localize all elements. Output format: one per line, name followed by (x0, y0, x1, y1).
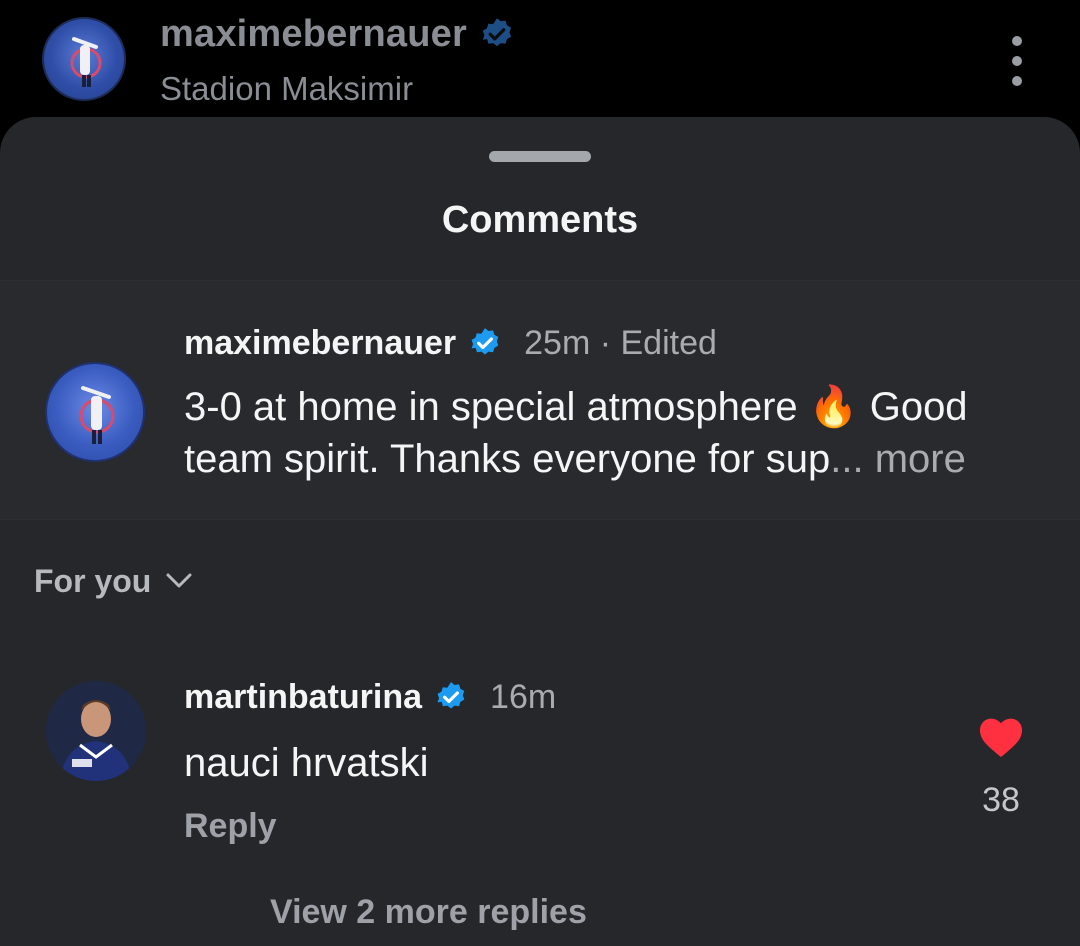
reply-button[interactable]: Reply (184, 807, 277, 846)
jersey-avatar-icon (70, 37, 102, 87)
post-author-row: maximebernauer (160, 10, 515, 58)
verified-badge-icon (468, 326, 502, 360)
jersey-avatar-icon (79, 386, 115, 444)
comment-time: 16m (490, 677, 557, 716)
drag-handle-icon[interactable] (489, 151, 591, 162)
sort-selector[interactable]: For you (34, 559, 193, 603)
post-author-avatar[interactable] (42, 17, 126, 101)
like-count: 38 (982, 781, 1020, 819)
caption-meta: maximebernauer 25m · Edited (184, 321, 717, 365)
player-photo-icon (46, 681, 146, 781)
post-author-username[interactable]: maximebernauer (160, 13, 467, 56)
view-more-replies-button[interactable]: View 2 more replies (270, 893, 587, 932)
verified-badge-icon (434, 680, 468, 714)
menu-dot (1012, 36, 1022, 46)
verified-badge-icon (479, 16, 515, 52)
post-location[interactable]: Stadion Maksimir (160, 70, 413, 108)
caption-more-link[interactable]: more (864, 437, 966, 481)
comment-meta: martinbaturina 16m (184, 675, 556, 719)
caption-ellipsis: ... (830, 437, 864, 481)
post-header: maximebernauer Stadion Maksimir (0, 0, 1080, 130)
heart-filled-icon[interactable] (977, 715, 1025, 759)
caption-time: 25m · Edited (524, 323, 717, 362)
chevron-down-icon (165, 571, 193, 591)
sort-label: For you (34, 562, 152, 599)
commenter-username[interactable]: martinbaturina (184, 678, 422, 717)
caption-author-avatar[interactable] (45, 362, 145, 462)
commenter-avatar[interactable] (46, 681, 146, 781)
post-caption: maximebernauer 25m · Edited 3-0 at home … (0, 280, 1080, 520)
comments-sheet: Comments maximebernauer 25m · Edited 3-0… (0, 117, 1080, 946)
menu-dot (1012, 56, 1022, 66)
caption-text: 3-0 at home in special atmosphere 🔥 Good… (184, 381, 1044, 485)
caption-username[interactable]: maximebernauer (184, 324, 456, 363)
menu-dot (1012, 76, 1022, 86)
comment-text: nauci hrvatski (184, 741, 429, 785)
sheet-title: Comments (441, 199, 639, 241)
more-vertical-icon[interactable] (1002, 34, 1032, 88)
